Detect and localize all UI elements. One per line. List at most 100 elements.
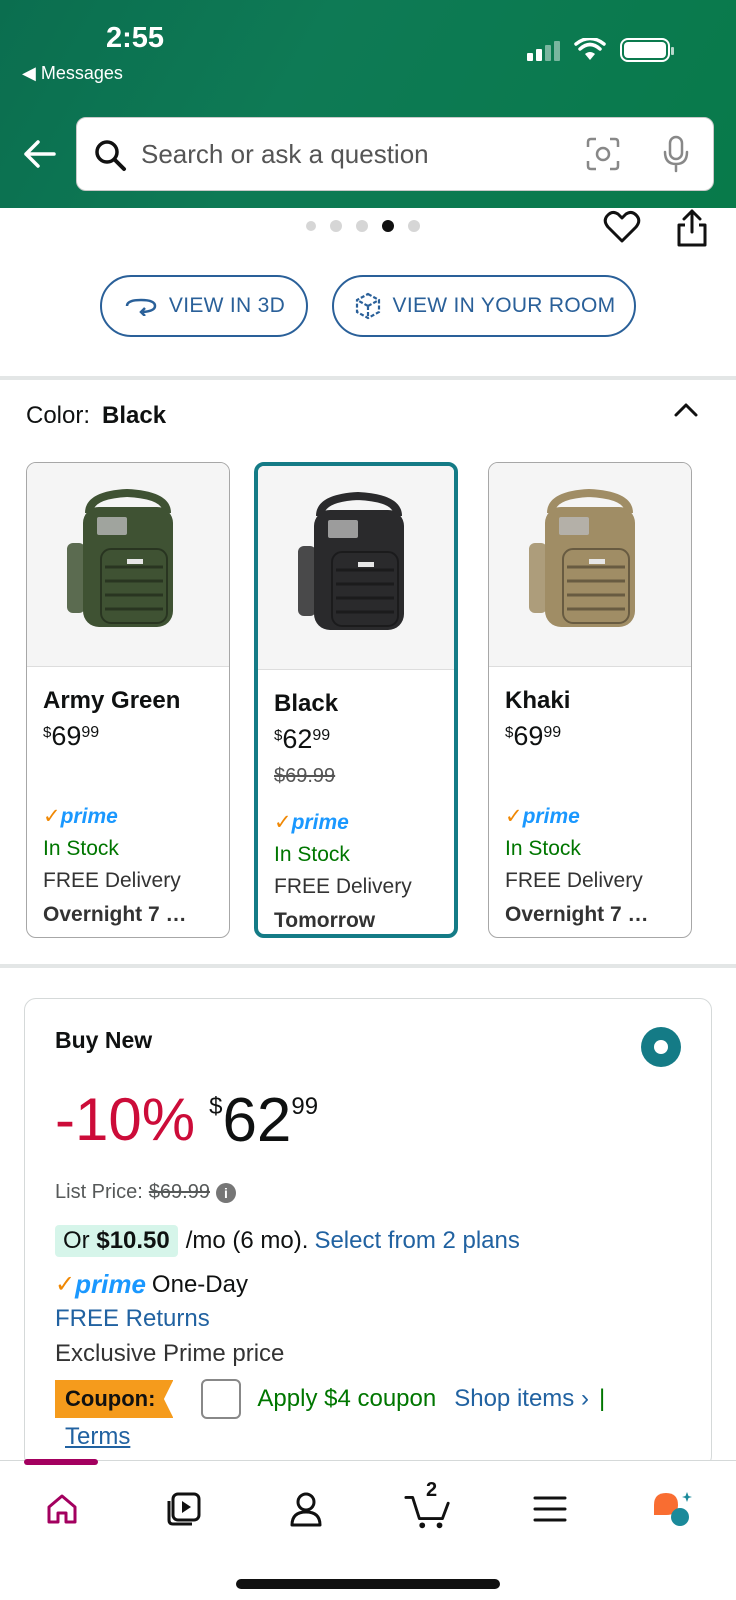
carousel-dot[interactable] (306, 221, 316, 231)
swatch-stock: In Stock (505, 837, 581, 860)
rotate-3d-icon (125, 298, 157, 316)
back-arrow-icon[interactable] (20, 134, 60, 174)
carousel-dot[interactable] (408, 220, 420, 232)
swatch-list-price: $69.99 (274, 765, 336, 787)
swatch-price-cents: 99 (312, 727, 331, 744)
monthly-prefix: Or (63, 1227, 90, 1254)
color-swatch[interactable]: Khaki $6999 ✓prime In Stock FREE Deliver… (488, 462, 692, 938)
monthly-amount: $10.50 (96, 1227, 170, 1254)
swatch-price-symbol: $ (274, 727, 283, 744)
swatch-prime-label: prime (291, 811, 349, 834)
price-row: -10% $ 62 99 (55, 1086, 319, 1155)
exclusive-prime-price: Exclusive Prime price (55, 1340, 285, 1367)
cart-icon[interactable]: 2 (404, 1479, 452, 1533)
monthly-chip: Or $10.50 (55, 1225, 178, 1257)
view-in-your-room-button[interactable]: VIEW IN YOUR ROOM (332, 275, 636, 337)
backpack-image (529, 488, 635, 627)
prime-delivery-row: ✓ prime One-Day (55, 1269, 248, 1300)
chevron-up-icon[interactable] (672, 396, 700, 424)
price-whole: 62 (222, 1086, 292, 1155)
buy-new-radio[interactable] (641, 1027, 681, 1067)
swatch-prime-label: prime (522, 805, 580, 828)
share-icon[interactable] (674, 208, 710, 248)
price-cents: 99 (291, 1093, 319, 1120)
color-swatch[interactable]: Army Green $6999 ✓prime In Stock FREE De… (26, 462, 230, 938)
bottom-nav: 2 (0, 1459, 736, 1600)
free-returns-link[interactable]: FREE Returns (55, 1305, 210, 1333)
account-icon[interactable] (282, 1485, 330, 1533)
swatch-price: $6299 (274, 726, 438, 753)
section-divider (0, 964, 736, 968)
home-icon[interactable] (38, 1485, 86, 1533)
price-symbol: $ (209, 1093, 223, 1120)
carousel-dot[interactable] (330, 220, 342, 232)
rufus-icon[interactable] (648, 1485, 696, 1533)
swatch-delivery: FREE Delivery (43, 869, 181, 892)
separator: | (598, 1385, 606, 1412)
swatch-image (489, 463, 691, 667)
list-price-value: $69.99 (148, 1181, 210, 1203)
battery-icon (620, 38, 674, 62)
swatch-name: Army Green (43, 687, 181, 714)
swatch-name: Khaki (505, 687, 571, 714)
swatch-price: $6999 (505, 723, 675, 750)
swatch-stock: In Stock (43, 837, 119, 860)
color-label: Color: Black (26, 402, 166, 430)
swatch-prime-label: prime (60, 805, 118, 828)
deal-price: $ 62 99 (209, 1086, 319, 1155)
view-in-your-room-label: VIEW IN YOUR ROOM (392, 294, 616, 317)
swatch-eta: Tomorrow (274, 909, 376, 932)
backpack-image (298, 491, 404, 630)
search-input[interactable] (141, 132, 561, 176)
prime-speed: One-Day (151, 1270, 248, 1298)
heart-icon[interactable] (603, 208, 641, 246)
shop-items-link[interactable]: Shop items › (454, 1385, 589, 1413)
view-in-3d-label: VIEW IN 3D (168, 294, 286, 317)
swatch-price-symbol: $ (43, 724, 52, 741)
swatch-price-symbol: $ (505, 724, 514, 741)
image-carousel-dots[interactable] (306, 220, 420, 232)
cart-count: 2 (426, 1479, 438, 1501)
coupon-row: Coupon: Apply $4 coupon Shop items › | (55, 1379, 605, 1419)
prime-check-icon: ✓ (505, 805, 523, 828)
monthly-suffix: /mo (6 mo). (185, 1227, 309, 1254)
swatch-price-whole: 69 (513, 721, 544, 751)
prime-check-icon: ✓ (274, 811, 292, 834)
list-price-row: List Price: $69.99 i (55, 1181, 236, 1204)
swatch-eta: Overnight 7 … (505, 903, 649, 926)
swatch-delivery: FREE Delivery (274, 875, 412, 898)
active-tab-indicator (24, 1459, 98, 1465)
carousel-dot[interactable] (356, 220, 368, 232)
header: 2:55 ◀ Messages (0, 0, 736, 208)
select-plans-link[interactable]: Select from 2 plans (314, 1227, 519, 1255)
coupon-checkbox[interactable] (201, 1379, 242, 1419)
carousel-dot-active[interactable] (382, 220, 394, 232)
swatch-image (258, 466, 454, 670)
swatch-price-cents: 99 (81, 724, 100, 741)
section-divider (0, 376, 736, 380)
prime-logo: prime (75, 1269, 146, 1299)
microphone-icon[interactable] (661, 134, 691, 174)
swatch-price-whole: 62 (282, 724, 313, 754)
swatch-prime: ✓prime (43, 804, 213, 829)
backpack-image (67, 488, 173, 627)
apply-coupon-label[interactable]: Apply $4 coupon (257, 1385, 436, 1413)
view-in-3d-button[interactable]: VIEW IN 3D (100, 275, 308, 337)
color-swatch[interactable]: Black $6299 $69.99 ✓prime In Stock FREE … (254, 462, 458, 938)
swatch-name: Black (274, 690, 339, 717)
status-icons (527, 38, 674, 62)
swatch-prime: ✓prime (274, 810, 438, 835)
video-icon[interactable] (160, 1485, 208, 1533)
info-icon[interactable]: i (215, 1182, 236, 1203)
back-to-messages[interactable]: ◀ Messages (22, 63, 123, 84)
terms-link[interactable]: Terms (65, 1423, 130, 1451)
swatch-image (27, 463, 229, 667)
buy-new-title: Buy New (55, 1027, 153, 1053)
swatch-stock: In Stock (274, 843, 350, 866)
camera-scan-icon[interactable] (585, 136, 621, 172)
coupon-badge: Coupon: (55, 1380, 174, 1418)
swatch-prime: ✓prime (505, 804, 675, 829)
menu-icon[interactable] (526, 1485, 574, 1533)
search-bar[interactable] (76, 117, 714, 191)
wifi-icon (574, 38, 606, 60)
